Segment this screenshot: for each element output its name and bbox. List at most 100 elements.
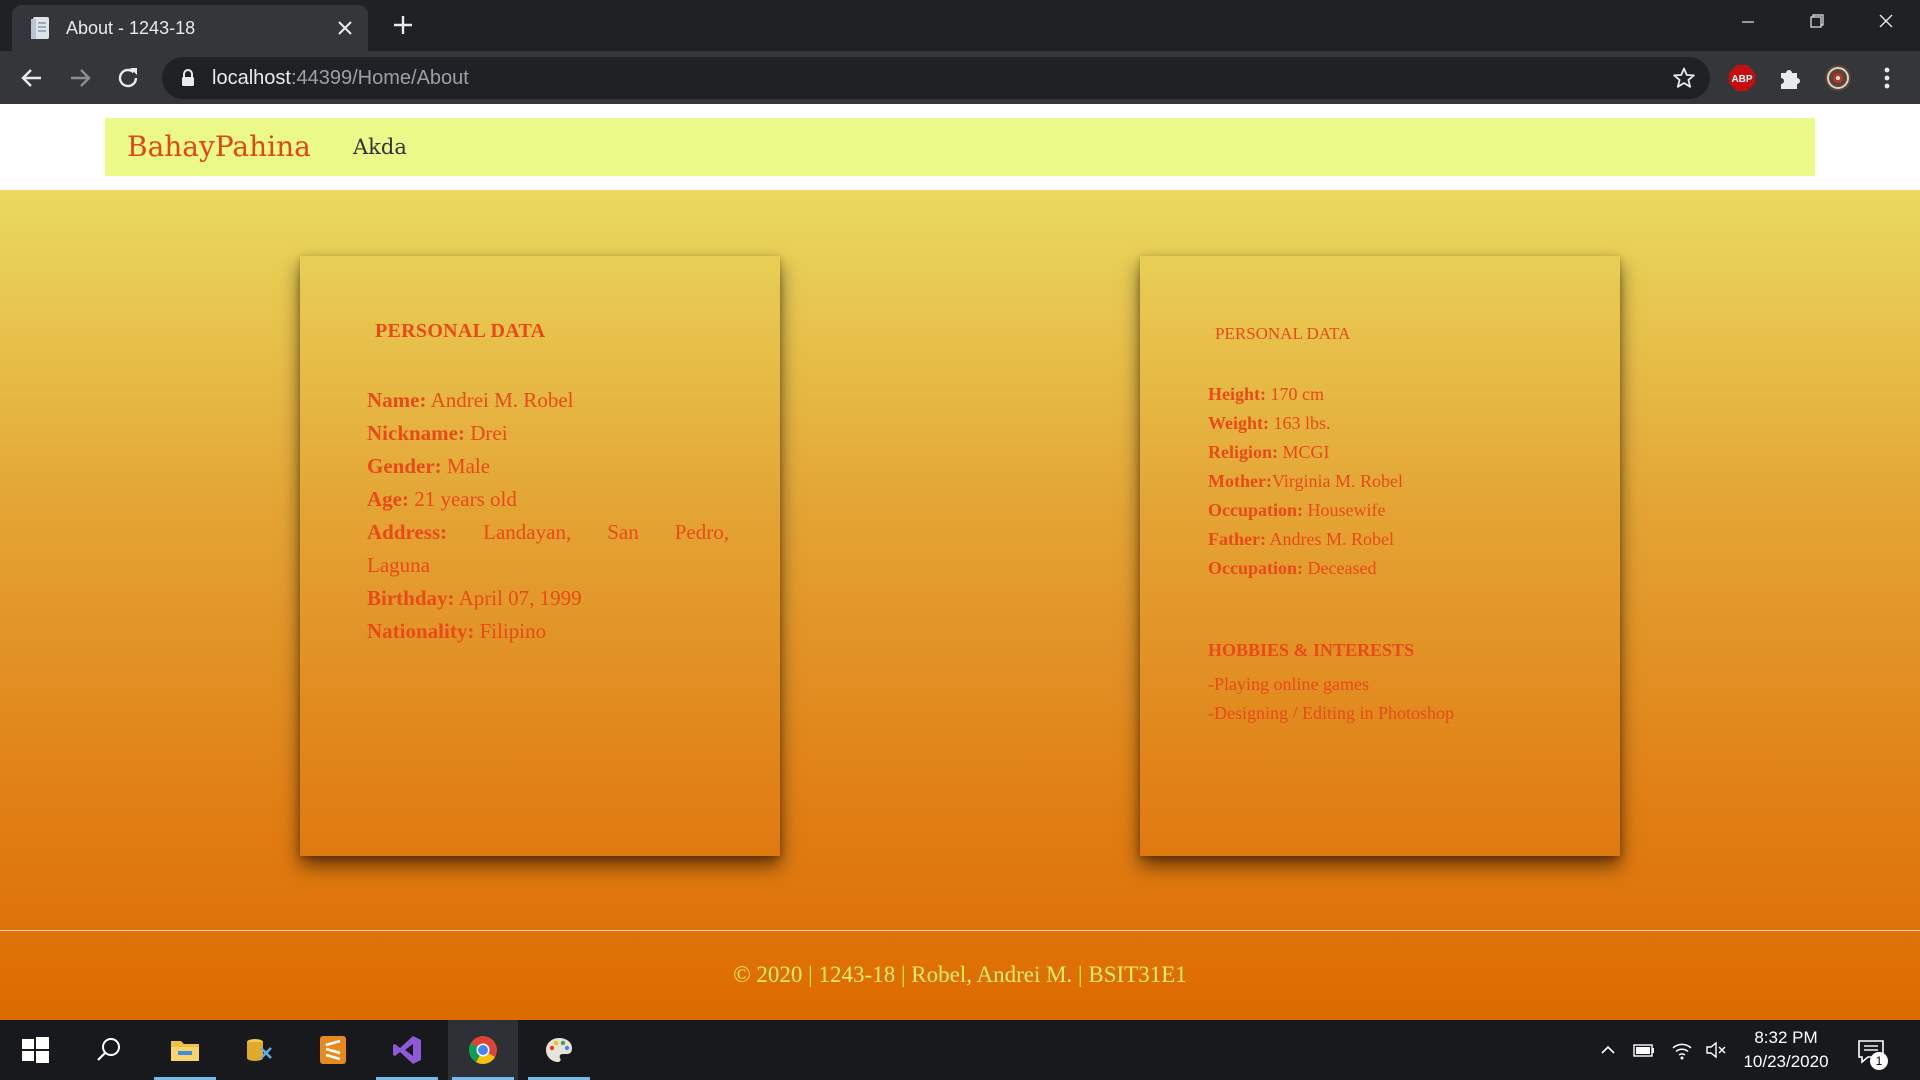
row-label: Address:: [367, 520, 448, 544]
row-height: Height: 170 cm: [1208, 380, 1608, 409]
personal-data-card-left: PERSONAL DATA Name: Andrei M. Robel Nick…: [300, 256, 780, 856]
clock-time: 8:32 PM: [1754, 1028, 1818, 1047]
windows-taskbar: 8:32 PM 10/23/2020 1: [0, 1020, 1920, 1080]
row-value: Laguna: [367, 553, 430, 577]
row-father: Father: Andres M. Robel: [1208, 525, 1608, 554]
url-text[interactable]: localhost:44399/Home/About: [212, 57, 469, 99]
row-value: Housewife: [1303, 500, 1386, 520]
volume-muted-icon[interactable]: [1704, 1039, 1728, 1061]
address-bar[interactable]: localhost:44399/Home/About: [162, 57, 1710, 99]
row-value: 170 cm: [1266, 384, 1325, 404]
wifi-icon[interactable]: [1670, 1039, 1694, 1061]
site-footer: © 2020 | 1243-18 | Robel, Andrei M. | BS…: [733, 962, 1187, 987]
row-name: Name: Andrei M. Robel: [367, 384, 729, 417]
row-father-occupation: Occupation: Deceased: [1208, 554, 1608, 583]
row-label: Birthday:: [367, 586, 455, 610]
windows-logo-icon: [22, 1037, 49, 1063]
taskbar-sql-tool[interactable]: [224, 1020, 294, 1080]
database-tools-icon: [247, 1039, 272, 1061]
row-label: Occupation:: [1208, 500, 1304, 520]
row-mother-occupation: Occupation: Housewife: [1208, 496, 1608, 525]
hobby-item: -Designing / Editing in Photoshop: [1208, 703, 1455, 723]
row-label: Nationality:: [367, 619, 475, 643]
new-tab-icon[interactable]: [390, 12, 416, 38]
chrome-icon: [469, 1036, 497, 1064]
chevron-up-icon[interactable]: [1596, 1039, 1620, 1061]
close-window-icon[interactable]: [1852, 0, 1920, 44]
extensions-puzzle-icon[interactable]: [1776, 64, 1804, 92]
row-label: Occupation:: [1208, 558, 1304, 578]
row-religion: Religion: MCGI: [1208, 438, 1608, 467]
search-button[interactable]: [74, 1020, 144, 1080]
browser-menu-icon[interactable]: [1876, 64, 1898, 92]
row-label: Mother:: [1208, 471, 1272, 491]
hobbies-list: -Playing online games -Designing / Editi…: [1208, 670, 1454, 728]
taskbar-file-explorer[interactable]: [150, 1020, 220, 1080]
row-value: 21 years old: [408, 487, 517, 511]
personal-data-list: Name: Andrei M. Robel Nickname: Drei Gen…: [367, 384, 729, 648]
row-value: Landayan, San Pedro,: [447, 520, 729, 544]
browser-toolbar: localhost:44399/Home/About ABP: [0, 51, 1920, 104]
taskbar-visual-studio[interactable]: [372, 1020, 442, 1080]
page-icon: [31, 17, 49, 39]
row-address: Address: Landayan, San Pedro,: [367, 516, 729, 549]
adblock-plus-icon[interactable]: ABP: [1728, 64, 1756, 92]
profile-avatar-icon[interactable]: [1824, 64, 1852, 92]
url-host: localhost: [212, 67, 291, 89]
visual-studio-icon: [393, 1036, 421, 1064]
taskbar-chrome[interactable]: [448, 1020, 518, 1080]
row-value: MCGI: [1278, 442, 1330, 462]
minimize-icon[interactable]: [1714, 0, 1782, 44]
row-value: Andrei M. Robel: [426, 388, 574, 412]
row-label: Religion:: [1208, 442, 1278, 462]
row-nationality: Nationality: Filipino: [367, 615, 729, 648]
abp-label: ABP: [1731, 74, 1752, 85]
row-label: Name:: [367, 388, 427, 412]
card-title: PERSONAL DATA: [1215, 324, 1351, 343]
hobbies-title: HOBBIES & INTERESTS: [1208, 640, 1415, 660]
site-navbar: BahayPahina Akda: [105, 118, 1815, 176]
row-label: Gender:: [367, 454, 442, 478]
row-value: Andres M. Robel: [1265, 529, 1394, 549]
row-label: Height:: [1208, 384, 1266, 404]
browser-tab-about[interactable]: About - 1243-18: [12, 5, 368, 51]
row-label: Father:: [1208, 529, 1266, 549]
bookmark-star-icon[interactable]: [1672, 66, 1696, 90]
row-age: Age: 21 years old: [367, 483, 729, 516]
browser-tab-strip: About - 1243-18: [0, 0, 1920, 51]
row-value: Virginia M. Robel: [1271, 471, 1404, 491]
forward-arrow-icon[interactable]: [64, 62, 96, 94]
restore-icon[interactable]: [1782, 0, 1850, 44]
row-address-cont: Laguna: [367, 549, 729, 582]
taskbar-paint[interactable]: [524, 1020, 594, 1080]
paint-palette-icon: [546, 1038, 572, 1062]
back-arrow-icon[interactable]: [16, 62, 48, 94]
row-gender: Gender: Male: [367, 450, 729, 483]
taskbar-sublime-text[interactable]: [298, 1020, 368, 1080]
personal-data-card-right: PERSONAL DATA Height: 170 cm Weight: 163…: [1140, 256, 1620, 856]
card-title: PERSONAL DATA: [375, 320, 546, 342]
close-tab-icon[interactable]: [334, 17, 356, 39]
sublime-text-icon: [320, 1036, 346, 1064]
row-label: Nickname:: [367, 421, 465, 445]
brand-link[interactable]: BahayPahina: [127, 118, 311, 176]
row-weight: Weight: 163 lbs.: [1208, 409, 1608, 438]
row-mother: Mother:Virginia M. Robel: [1208, 467, 1608, 496]
system-clock[interactable]: 8:32 PM 10/23/2020: [1730, 1026, 1842, 1074]
row-value: Deceased: [1303, 558, 1377, 578]
row-label: Weight:: [1208, 413, 1269, 433]
search-icon: [97, 1038, 120, 1061]
clock-date: 10/23/2020: [1743, 1052, 1829, 1071]
tab-title: About - 1243-18: [66, 18, 196, 38]
row-value: April 07, 1999: [454, 586, 582, 610]
start-button[interactable]: [0, 1020, 70, 1080]
folder-icon: [171, 1041, 199, 1061]
row-value: Drei: [465, 421, 508, 445]
battery-icon[interactable]: [1632, 1039, 1656, 1061]
lock-icon[interactable]: [180, 69, 196, 87]
notification-badge: 1: [1870, 1052, 1888, 1070]
footer-divider: [0, 930, 1920, 931]
nav-link-akda[interactable]: Akda: [353, 118, 407, 176]
row-value: Male: [441, 454, 491, 478]
reload-icon[interactable]: [112, 62, 144, 94]
